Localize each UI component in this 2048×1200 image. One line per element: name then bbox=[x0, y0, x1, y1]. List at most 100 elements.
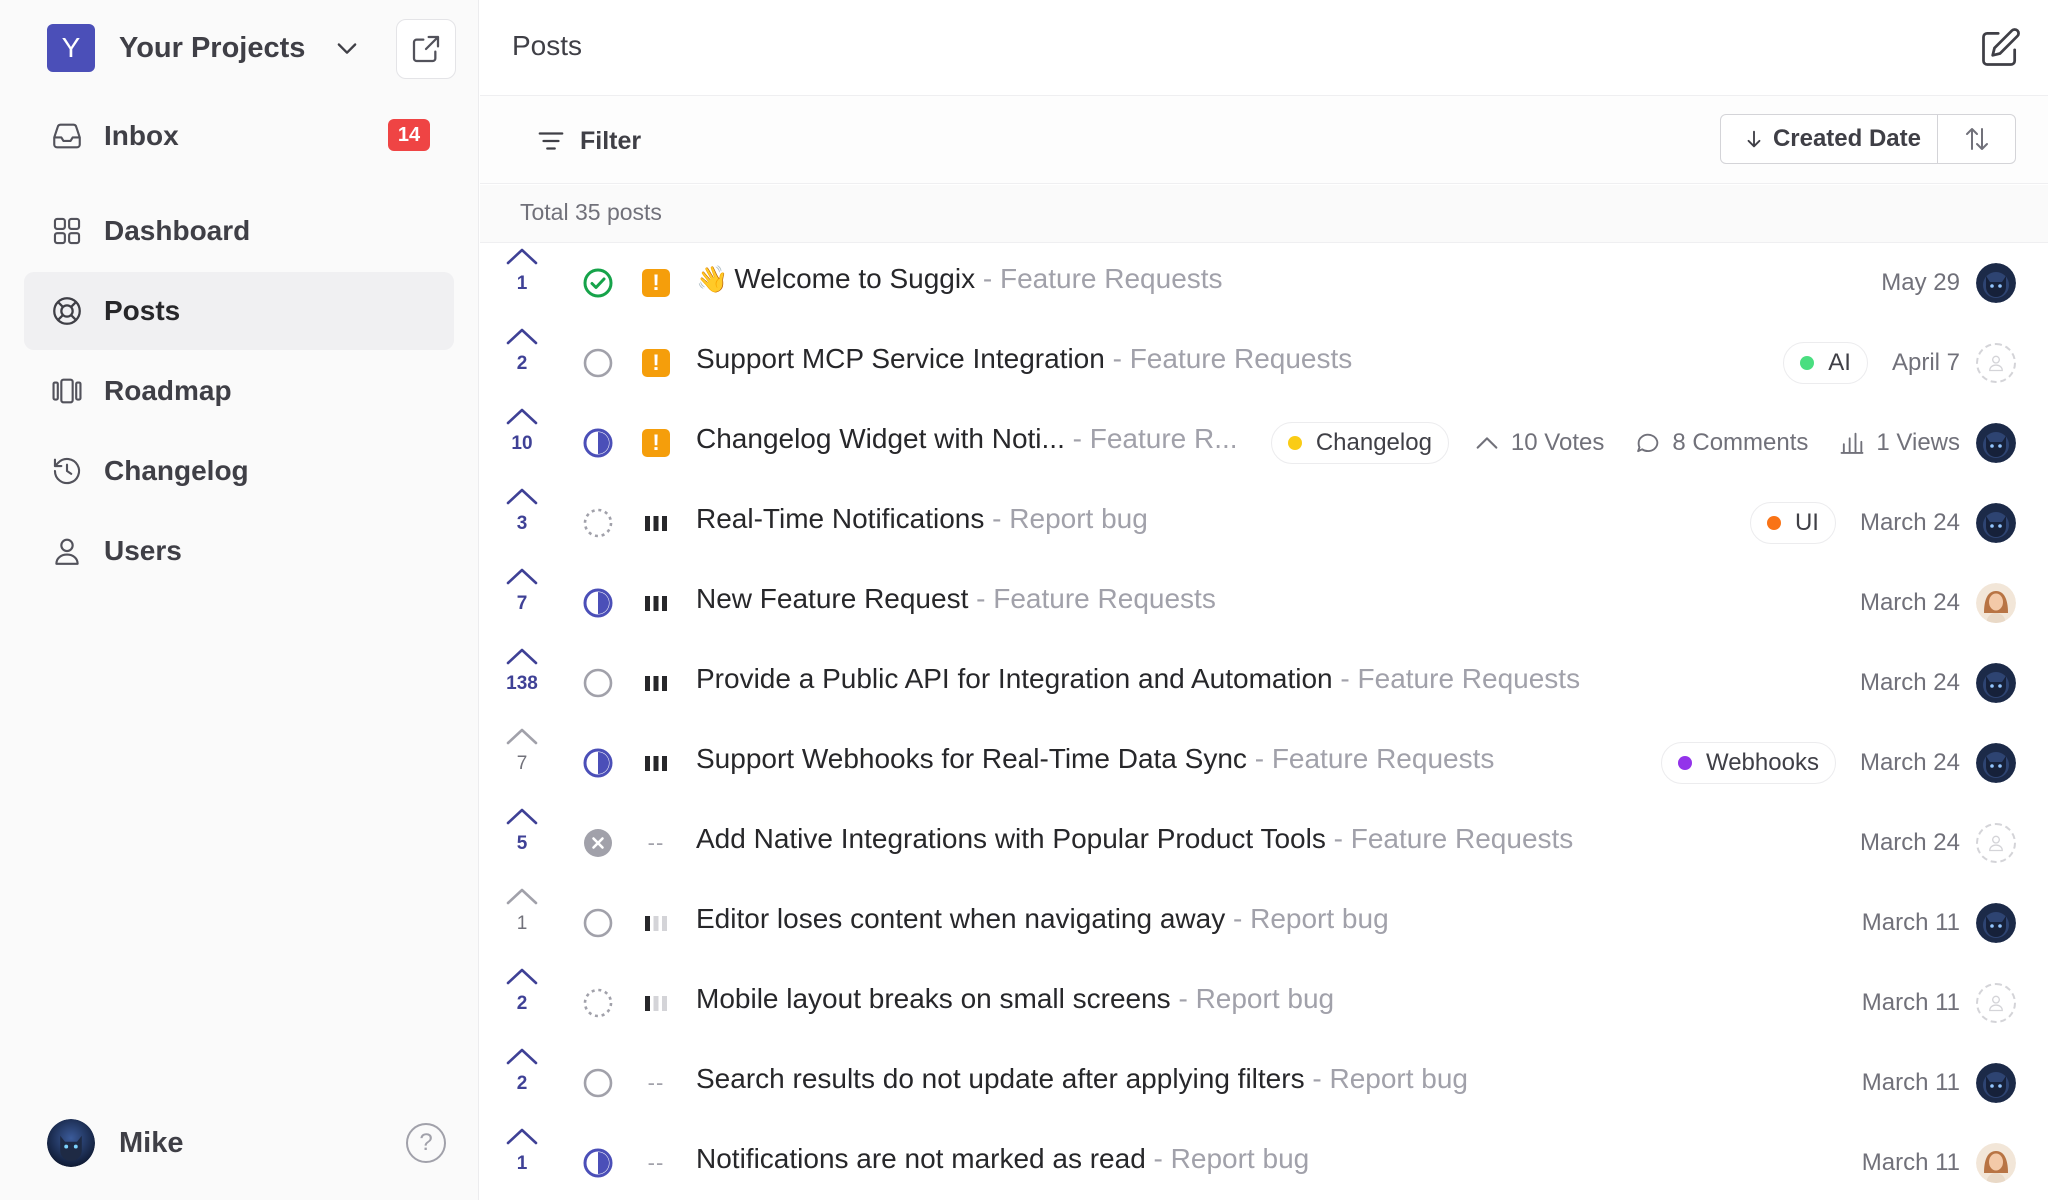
post-row[interactable]: 1 Editor loses content when navigating aw… bbox=[480, 883, 2048, 963]
priority-selector[interactable] bbox=[640, 907, 672, 939]
sidebar-item-posts[interactable]: Posts bbox=[24, 272, 454, 350]
sort-direction-toggle[interactable] bbox=[1937, 115, 2015, 163]
dashboard-icon bbox=[50, 214, 84, 248]
status-open-icon[interactable] bbox=[580, 345, 616, 381]
tag-badge[interactable]: AI bbox=[1783, 342, 1868, 384]
total-posts-count: Total 35 posts bbox=[520, 199, 662, 225]
sidebar-item-users[interactable]: Users bbox=[24, 512, 454, 590]
post-row[interactable]: 5 -- Add Native Integrations with Popular … bbox=[480, 803, 2048, 883]
upvote-button[interactable]: 7 bbox=[502, 565, 542, 629]
sidebar-item-changelog[interactable]: Changelog bbox=[24, 432, 454, 510]
status-in-progress-icon[interactable] bbox=[580, 1145, 616, 1181]
upvote-button[interactable]: 2 bbox=[502, 1045, 542, 1109]
post-title-link[interactable]: Changelog Widget with Noti... - Feature … bbox=[696, 423, 1238, 455]
project-switcher[interactable]: Y Your Projects bbox=[47, 24, 361, 72]
post-title-link[interactable]: Notifications are not marked as read - R… bbox=[696, 1143, 1309, 1175]
post-title-link[interactable]: Editor loses content when navigating awa… bbox=[696, 903, 1389, 935]
priority-selector[interactable] bbox=[640, 667, 672, 699]
sort-field-button[interactable]: Created Date bbox=[1721, 115, 1937, 163]
post-title-link[interactable]: Support Webhooks for Real-Time Data Sync… bbox=[696, 743, 1494, 775]
list-summary: Total 35 posts bbox=[480, 185, 2048, 243]
upvote-button[interactable]: 7 bbox=[502, 725, 542, 789]
post-title-link[interactable]: Mobile layout breaks on small screens - … bbox=[696, 983, 1334, 1015]
sidebar-item-roadmap[interactable]: Roadmap bbox=[24, 352, 454, 430]
filter-button[interactable]: Filter bbox=[536, 124, 641, 158]
assignee-avatar[interactable] bbox=[1976, 423, 2016, 463]
upvote-button[interactable]: 10 bbox=[502, 405, 542, 469]
upvote-button[interactable]: 2 bbox=[502, 965, 542, 1029]
status-open-icon[interactable] bbox=[580, 1065, 616, 1101]
assignee-avatar[interactable] bbox=[1976, 1063, 2016, 1103]
sidebar-item-dashboard[interactable]: Dashboard bbox=[24, 192, 454, 270]
tag-badge[interactable]: UI bbox=[1749, 502, 1836, 544]
separator: - bbox=[1104, 343, 1130, 374]
post-row[interactable]: 1! 👋 Welcome to Suggix - Feature Requests M… bbox=[480, 243, 2048, 323]
post-row[interactable]: 2! Support MCP Service Integration - Feat… bbox=[480, 323, 2048, 403]
status-open-icon[interactable] bbox=[580, 905, 616, 941]
comment-stat: 8 Comments bbox=[1634, 429, 1808, 457]
sidebar-item-label: Changelog bbox=[104, 455, 249, 486]
user-menu[interactable]: Mike bbox=[47, 1118, 183, 1168]
upvote-button[interactable]: 1 bbox=[502, 885, 542, 949]
post-row[interactable]: 3 Real-Time Notifications - Report bug UI M… bbox=[480, 483, 2048, 563]
priority-selector[interactable] bbox=[640, 507, 672, 539]
assignee-avatar[interactable] bbox=[1976, 1143, 2016, 1183]
status-in-progress-icon[interactable] bbox=[580, 745, 616, 781]
tag-badge[interactable]: Changelog bbox=[1270, 422, 1449, 464]
assignee-avatar[interactable] bbox=[1976, 503, 2016, 543]
upvote-button[interactable]: 1 bbox=[502, 1125, 542, 1189]
post-title-link[interactable]: Search results do not update after apply… bbox=[696, 1063, 1468, 1095]
assignee-avatar[interactable] bbox=[1976, 743, 2016, 783]
upvote-button[interactable]: 3 bbox=[502, 485, 542, 549]
sidebar-item-inbox[interactable]: Inbox 14 bbox=[24, 97, 454, 175]
priority-selector[interactable]: ! bbox=[640, 347, 672, 379]
upvote-button[interactable]: 5 bbox=[502, 805, 542, 869]
status-planned-icon[interactable] bbox=[580, 505, 616, 541]
post-row[interactable]: 1 -- Notifications are not marked as read … bbox=[480, 1123, 2048, 1200]
post-row[interactable]: 138 Provide a Public API for Integration … bbox=[480, 643, 2048, 723]
priority-selector[interactable]: -- bbox=[640, 827, 672, 859]
post-title-link[interactable]: 👋 Welcome to Suggix - Feature Requests bbox=[696, 263, 1223, 295]
status-planned-icon[interactable] bbox=[580, 985, 616, 1021]
assignee-avatar[interactable] bbox=[1976, 663, 2016, 703]
assignee-avatar[interactable] bbox=[1976, 903, 2016, 943]
post-row[interactable]: 7 New Feature Request - Feature Requests M… bbox=[480, 563, 2048, 643]
post-title-link[interactable]: New Feature Request - Feature Requests bbox=[696, 583, 1216, 615]
compose-icon[interactable] bbox=[1978, 26, 2022, 70]
post-row[interactable]: 2 -- Search results do not update after ap… bbox=[480, 1043, 2048, 1123]
unassigned-avatar[interactable] bbox=[1976, 983, 2016, 1023]
status-in-progress-icon[interactable] bbox=[580, 425, 616, 461]
post-title-link[interactable]: Provide a Public API for Integration and… bbox=[696, 663, 1580, 695]
priority-selector[interactable]: -- bbox=[640, 1067, 672, 1099]
post-board: Feature Requests bbox=[993, 583, 1216, 614]
priority-selector[interactable]: ! bbox=[640, 267, 672, 299]
assignee-avatar[interactable] bbox=[1976, 263, 2016, 303]
status-closed-icon[interactable] bbox=[580, 825, 616, 861]
upvote-button[interactable]: 2 bbox=[502, 325, 542, 389]
post-date: March 11 bbox=[1861, 989, 1960, 1016]
priority-selector[interactable] bbox=[640, 747, 672, 779]
post-title-link[interactable]: Support MCP Service Integration - Featur… bbox=[696, 343, 1352, 375]
help-button[interactable]: ? bbox=[406, 1123, 446, 1163]
open-external-button[interactable] bbox=[396, 19, 456, 79]
unassigned-avatar[interactable] bbox=[1976, 823, 2016, 863]
priority-selector[interactable]: ! bbox=[640, 427, 672, 459]
status-open-icon[interactable] bbox=[580, 665, 616, 701]
unassigned-avatar[interactable] bbox=[1976, 343, 2016, 383]
upvote-button[interactable]: 1 bbox=[502, 245, 542, 309]
status-complete-icon[interactable] bbox=[580, 265, 616, 301]
assignee-avatar[interactable] bbox=[1976, 583, 2016, 623]
tag-badge[interactable]: Webhooks bbox=[1660, 742, 1836, 784]
post-row[interactable]: 7 Support Webhooks for Real-Time Data Syn… bbox=[480, 723, 2048, 803]
priority-selector[interactable] bbox=[640, 987, 672, 1019]
post-title-link[interactable]: Add Native Integrations with Popular Pro… bbox=[696, 823, 1573, 855]
post-row[interactable]: 10! Changelog Widget with Noti... - Featu… bbox=[480, 403, 2048, 483]
user-name: Mike bbox=[119, 1126, 184, 1159]
post-row[interactable]: 2 Mobile layout breaks on small screens -… bbox=[480, 963, 2048, 1043]
priority-selector[interactable] bbox=[640, 587, 672, 619]
post-title-link[interactable]: Real-Time Notifications - Report bug bbox=[696, 503, 1148, 535]
status-in-progress-icon[interactable] bbox=[580, 585, 616, 621]
post-meta: UI March 24 bbox=[1749, 502, 2016, 544]
upvote-button[interactable]: 138 bbox=[502, 645, 542, 709]
priority-selector[interactable]: -- bbox=[640, 1147, 672, 1179]
